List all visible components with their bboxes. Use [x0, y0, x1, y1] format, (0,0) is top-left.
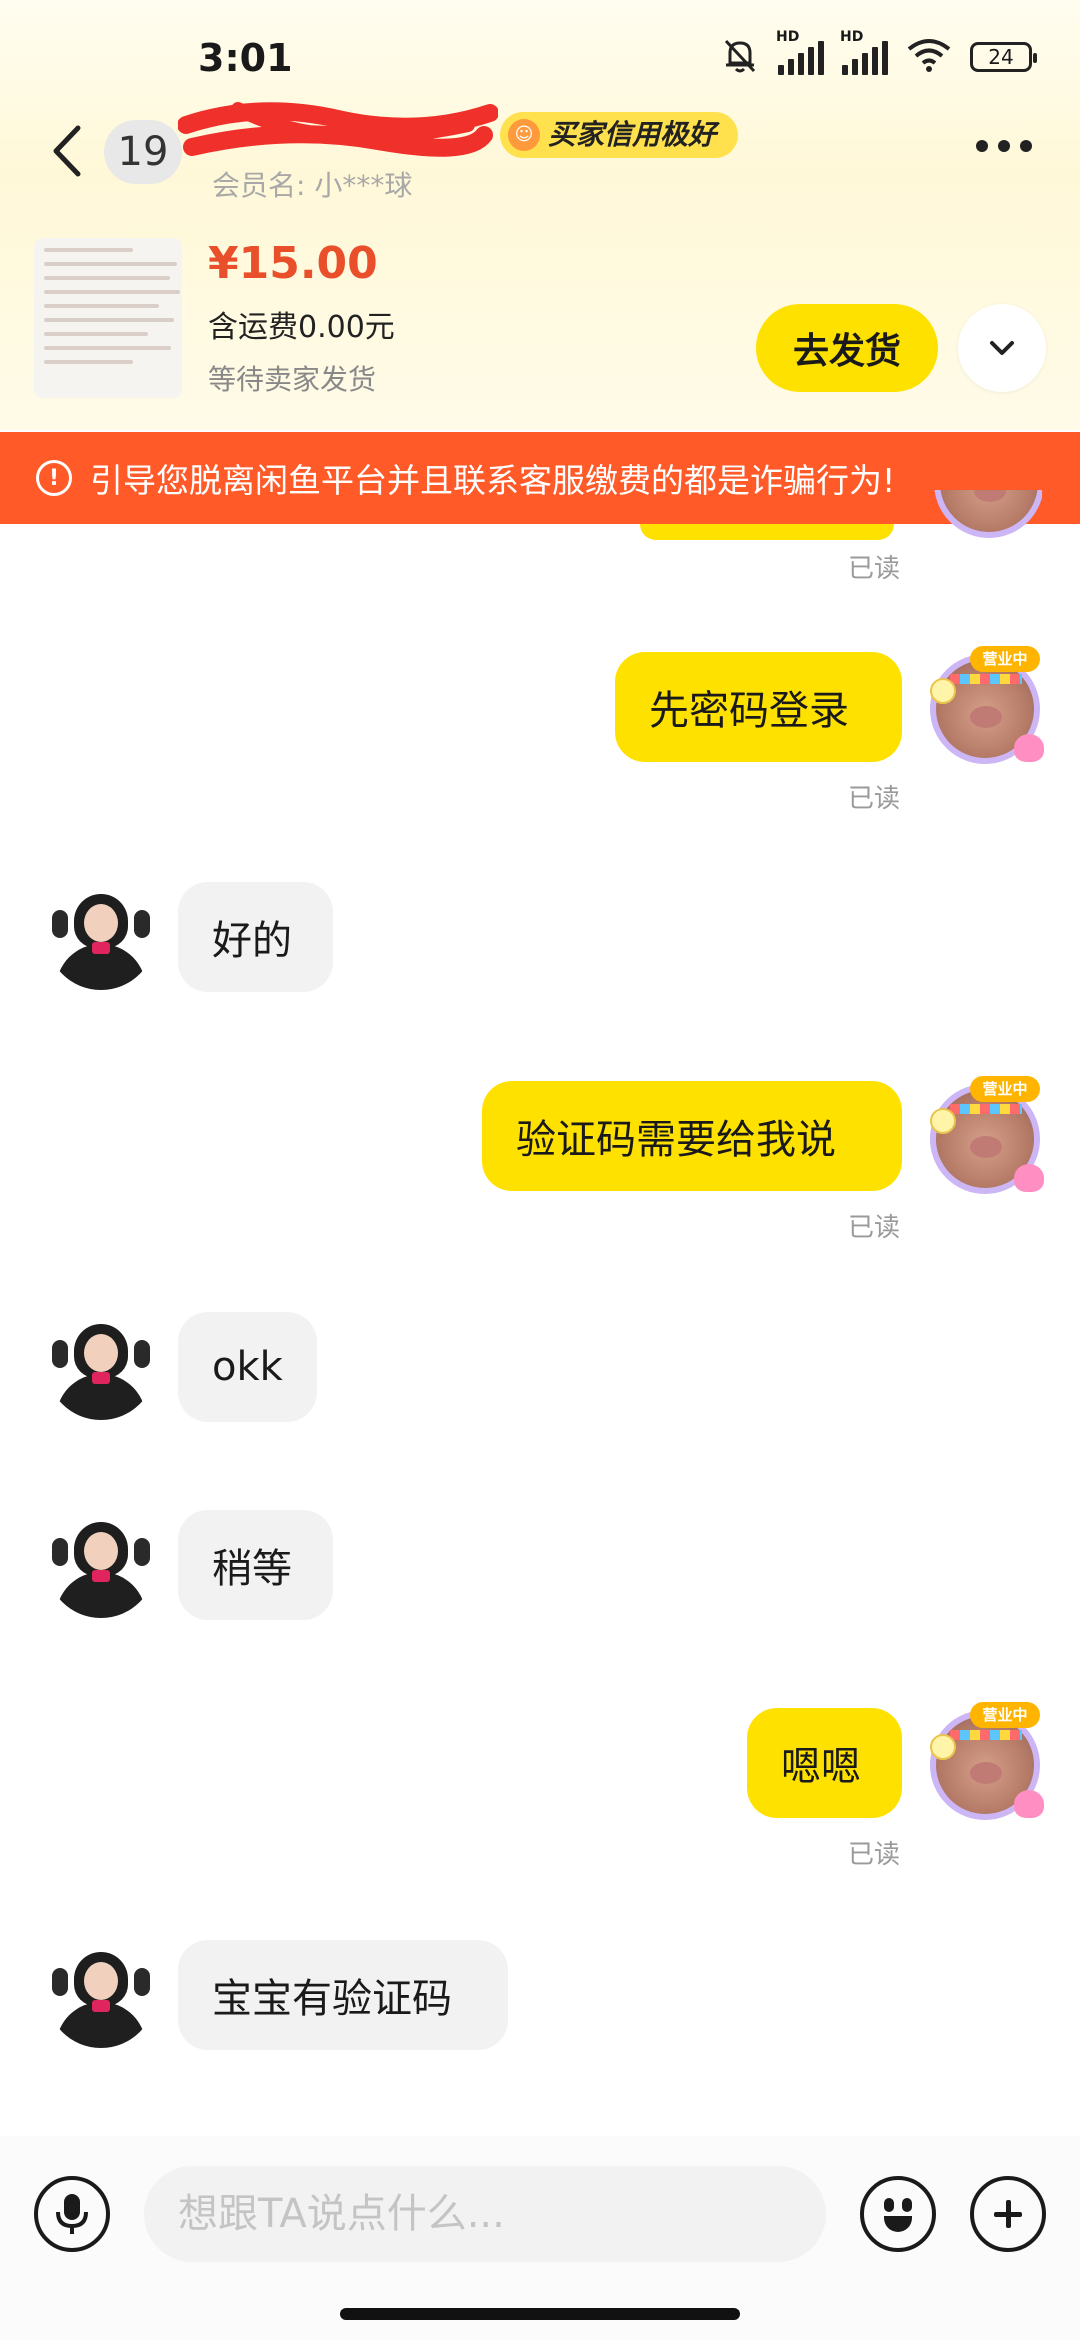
redaction-scribble	[178, 102, 498, 157]
hd-label: HD	[776, 29, 800, 45]
unread-count-badge[interactable]: 19	[104, 120, 182, 184]
read-status: 已读	[848, 1840, 901, 1870]
message-bubble-partial	[640, 524, 894, 540]
buyer-credit-badge: ☺ 买家信用极好	[500, 112, 739, 158]
order-shipping: 含运费0.00元	[208, 310, 395, 345]
home-indicator[interactable]	[340, 2308, 740, 2320]
message-bubble-received[interactable]: 好的	[178, 882, 333, 992]
message-bubble-sent[interactable]: 嗯嗯	[747, 1708, 902, 1818]
signal-icon: HD	[776, 29, 824, 75]
fraud-warning-banner: ! 引导您脱离闲鱼平台并且联系客服缴费的都是诈骗行为!	[0, 432, 1080, 524]
chevron-down-icon[interactable]	[958, 304, 1046, 392]
order-status: 等待卖家发货	[208, 363, 377, 396]
my-avatar-partial	[930, 490, 1042, 540]
message-input[interactable]	[144, 2166, 826, 2262]
ship-button[interactable]: 去发货	[756, 304, 938, 392]
avatar-tag: 营业中	[970, 646, 1040, 672]
contact-avatar[interactable]	[46, 880, 156, 990]
message-bubble-sent[interactable]: 先密码登录	[615, 652, 902, 762]
status-icons: HD HD 24	[720, 29, 1037, 79]
credit-badge-label: 买家信用极好	[548, 118, 717, 151]
avatar-tag: 营业中	[970, 1076, 1040, 1102]
mute-bell-icon	[720, 35, 760, 79]
member-name: 会员名: 小***球	[212, 169, 413, 202]
credit-emoji-icon: ☺	[508, 119, 540, 151]
read-status: 已读	[848, 784, 901, 814]
more-icon[interactable]	[976, 140, 1032, 152]
microphone-icon[interactable]	[34, 2176, 110, 2252]
battery-icon: 24	[970, 42, 1037, 72]
warning-text: 引导您脱离闲鱼平台并且联系客服缴费的都是诈骗行为!	[90, 461, 896, 500]
warning-icon: !	[36, 460, 72, 496]
contact-avatar[interactable]	[46, 1938, 156, 2048]
my-avatar[interactable]: 营业中	[930, 1702, 1044, 1820]
contact-avatar[interactable]	[46, 1310, 156, 1420]
my-avatar[interactable]: 营业中	[930, 646, 1044, 764]
avatar-tag: 营业中	[970, 1702, 1040, 1728]
message-bubble-received[interactable]: okk	[178, 1312, 317, 1422]
contact-avatar[interactable]	[46, 1508, 156, 1618]
status-bar: 3:01 HD HD 24	[0, 0, 1080, 110]
message-bubble-received[interactable]: 稍等	[178, 1510, 333, 1620]
order-price: ¥15.00	[208, 238, 378, 289]
wifi-icon	[906, 37, 952, 77]
message-bubble-sent[interactable]: 验证码需要给我说	[482, 1081, 902, 1191]
signal-icon: HD	[840, 29, 888, 75]
my-avatar[interactable]: 营业中	[930, 1076, 1044, 1194]
hd-label: HD	[840, 29, 864, 45]
plus-icon[interactable]	[970, 2176, 1046, 2252]
message-bubble-received[interactable]: 宝宝有验证码	[178, 1940, 508, 2050]
read-status: 已读	[848, 554, 901, 584]
status-time: 3:01	[198, 36, 293, 80]
emoji-icon[interactable]	[860, 2176, 936, 2252]
read-status: 已读	[848, 1213, 901, 1243]
product-thumbnail[interactable]	[34, 238, 182, 398]
back-arrow-icon[interactable]	[42, 118, 92, 184]
